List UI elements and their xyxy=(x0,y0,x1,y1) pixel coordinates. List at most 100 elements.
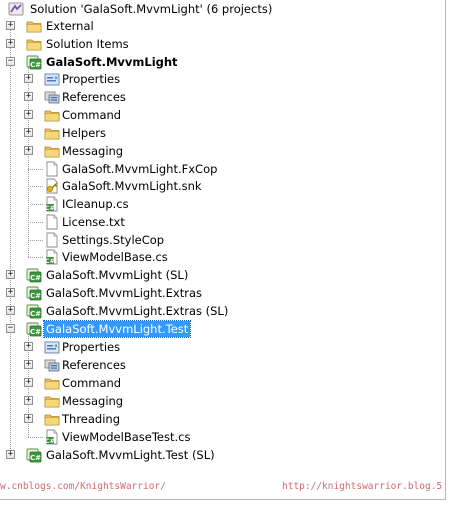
tree-item-label: ICleanup.cs xyxy=(62,197,129,211)
csharp-project-icon: C# xyxy=(26,447,42,463)
tree-item-license-txt[interactable]: License.txt xyxy=(0,213,446,231)
tree-item-viewmodelbasetest-cs[interactable]: C# ViewModelBaseTest.cs xyxy=(0,428,446,446)
tree-item-solution-items[interactable]: + Solution Items xyxy=(0,35,446,53)
tree-item-galasoft-mvvmlight-sl[interactable]: + C# GalaSoft.MvvmLight (SL) xyxy=(0,266,446,284)
tree-item-references[interactable]: + References xyxy=(0,356,446,374)
tree-item-label: Command xyxy=(62,108,122,122)
tree-item-galasoft-mvvmlight-extras[interactable]: + C# GalaSoft.MvvmLight.Extras xyxy=(0,284,446,302)
references-icon xyxy=(44,89,60,105)
svg-text:C#: C# xyxy=(30,454,41,462)
collapse-icon[interactable]: − xyxy=(6,324,15,333)
expand-icon[interactable]: + xyxy=(24,128,33,137)
tree-item-label: Messaging xyxy=(62,394,124,408)
collapse-icon[interactable]: − xyxy=(6,57,15,66)
properties-icon xyxy=(44,339,60,355)
csharp-file-icon: C# xyxy=(44,196,60,212)
tree-item-threading[interactable]: + Threading xyxy=(0,410,446,428)
expand-icon[interactable]: + xyxy=(24,92,33,101)
tree-item-messaging[interactable]: + Messaging xyxy=(0,392,446,410)
tree-item-label: GalaSoft.MvvmLight.Test xyxy=(42,320,192,338)
svg-text:C#: C# xyxy=(30,292,41,300)
tree-item-label: GalaSoft.MvvmLight (SL) xyxy=(46,268,189,282)
svg-text:C#: C# xyxy=(45,257,55,265)
csharp-project-icon: C# xyxy=(26,321,42,337)
folder-icon xyxy=(44,393,60,409)
tree-item-properties[interactable]: + Properties xyxy=(0,338,446,356)
file-icon xyxy=(44,161,60,177)
svg-text:C#: C# xyxy=(30,274,41,282)
tree-item-label: Helpers xyxy=(62,126,107,140)
svg-text:C#: C# xyxy=(45,437,55,445)
file-icon xyxy=(44,232,60,248)
tree-item-galasoft-mvvmlight-test-sl[interactable]: + C# GalaSoft.MvvmLight.Test (SL) xyxy=(0,446,446,464)
svg-text:C#: C# xyxy=(30,310,41,318)
tree-item-label: Settings.StyleCop xyxy=(62,233,165,247)
key-file-icon xyxy=(44,178,60,194)
svg-text:C#: C# xyxy=(30,61,41,69)
expand-icon[interactable]: + xyxy=(6,288,15,297)
tree-item-galasoft-mvvmlight-fxcop[interactable]: GalaSoft.MvvmLight.FxCop xyxy=(0,160,446,178)
tree-item-references[interactable]: + References xyxy=(0,88,446,106)
svg-text:C#: C# xyxy=(30,328,41,336)
watermark-left: w.cnblogs.com/KnightsWarrior/ xyxy=(0,481,166,492)
expand-icon[interactable]: + xyxy=(24,378,33,387)
expand-icon[interactable]: + xyxy=(6,21,15,30)
tree-item-viewmodelbase-cs[interactable]: C# ViewModelBase.cs xyxy=(0,248,446,266)
csharp-file-icon: C# xyxy=(44,429,60,445)
expand-icon[interactable]: + xyxy=(24,110,33,119)
folder-icon xyxy=(44,107,60,123)
svg-text:C#: C# xyxy=(45,204,55,212)
tree-item-galasoft-mvvmlight-extras-sl[interactable]: + C# GalaSoft.MvvmLight.Extras (SL) xyxy=(0,302,446,320)
tree-item-label: Solution 'GalaSoft.MvvmLight' (6 project… xyxy=(30,2,273,16)
tree-item-label: Command xyxy=(62,376,122,390)
tree-item-label: License.txt xyxy=(62,215,125,229)
tree-item-label: Solution Items xyxy=(46,37,129,51)
tree-item-command[interactable]: + Command xyxy=(0,374,446,392)
tree-item-settings-stylecop[interactable]: Settings.StyleCop xyxy=(0,231,446,249)
tree-item-external[interactable]: + External xyxy=(0,17,446,35)
expand-icon[interactable]: + xyxy=(24,74,33,83)
tree-item-label: GalaSoft.MvvmLight.snk xyxy=(62,179,202,193)
tree-item-icleanup-cs[interactable]: C# ICleanup.cs xyxy=(0,195,446,213)
tree-item-label: GalaSoft.MvvmLight.Extras (SL) xyxy=(46,304,229,318)
watermark-right: http://knightswarrior.blog.5 xyxy=(282,481,443,492)
tree-item-command[interactable]: + Command xyxy=(0,106,446,124)
expand-icon[interactable]: + xyxy=(24,396,33,405)
solution-explorer-panel: Solution 'GalaSoft.MvvmLight' (6 project… xyxy=(0,0,446,500)
folder-icon xyxy=(44,125,60,141)
properties-icon xyxy=(44,71,60,87)
file-icon xyxy=(44,214,60,230)
tree-item-label: GalaSoft.MvvmLight.Test (SL) xyxy=(46,448,215,462)
tree-item-galasoft-mvvmlight-snk[interactable]: GalaSoft.MvvmLight.snk xyxy=(0,177,446,195)
tree-item-helpers[interactable]: + Helpers xyxy=(0,124,446,142)
tree-item-label: ViewModelBase.cs xyxy=(62,250,168,264)
expand-icon[interactable]: + xyxy=(6,39,15,48)
folder-icon xyxy=(44,143,60,159)
expand-icon[interactable]: + xyxy=(6,270,15,279)
solution-tree: Solution 'GalaSoft.MvvmLight' (6 project… xyxy=(0,0,446,478)
csharp-project-icon: C# xyxy=(26,54,42,70)
tree-item-label: ViewModelBaseTest.cs xyxy=(62,430,191,444)
tree-item-label: Messaging xyxy=(62,144,124,158)
tree-item-properties[interactable]: + Properties xyxy=(0,70,446,88)
tree-item-solution-galasoft-mvvmlight-6-projects[interactable]: Solution 'GalaSoft.MvvmLight' (6 project… xyxy=(0,0,446,18)
folder-icon xyxy=(26,36,42,52)
tree-item-galasoft-mvvmlight-test[interactable]: − C# GalaSoft.MvvmLight.Test xyxy=(0,320,446,338)
tree-item-label: GalaSoft.MvvmLight.Extras xyxy=(46,286,202,300)
csharp-project-icon: C# xyxy=(26,303,42,319)
expand-icon[interactable]: + xyxy=(6,306,15,315)
expand-icon[interactable]: + xyxy=(24,360,33,369)
expand-icon[interactable]: + xyxy=(6,450,15,459)
tree-item-messaging[interactable]: + Messaging xyxy=(0,142,446,160)
csharp-project-icon: C# xyxy=(26,267,42,283)
references-icon xyxy=(44,357,60,373)
tree-item-galasoft-mvvmlight[interactable]: − C# GalaSoft.MvvmLight xyxy=(0,53,446,71)
folder-icon xyxy=(44,411,60,427)
expand-icon[interactable]: + xyxy=(24,414,33,423)
tree-item-label: GalaSoft.MvvmLight xyxy=(46,55,178,69)
expand-icon[interactable]: + xyxy=(24,146,33,155)
tree-item-label: GalaSoft.MvvmLight.FxCop xyxy=(62,162,218,176)
csharp-file-icon: C# xyxy=(44,249,60,265)
expand-icon[interactable]: + xyxy=(24,342,33,351)
tree-item-label: References xyxy=(62,358,126,372)
